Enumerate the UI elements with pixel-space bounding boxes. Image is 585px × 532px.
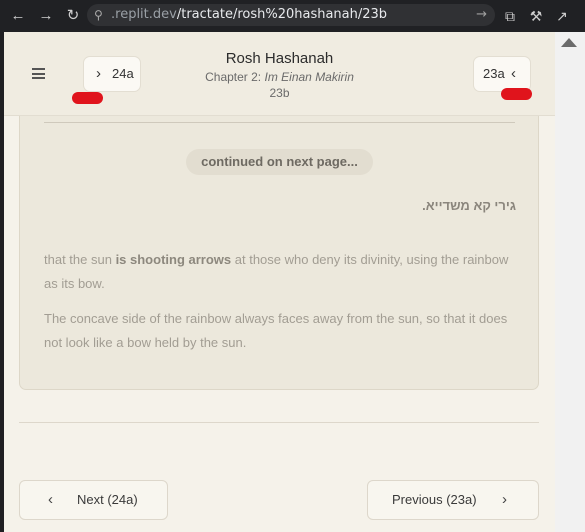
page-viewport: continued on next page... גירי קא משדייא… — [4, 32, 555, 532]
content-card: continued on next page... גירי קא משדייא… — [19, 82, 539, 390]
scroll-up-arrow-icon[interactable] — [561, 38, 577, 47]
chapter-name: Im Einan Makirin — [264, 70, 354, 84]
chapter-prefix: Chapter 2: — [205, 70, 262, 84]
chapter-subtitle: Chapter 2: Im Einan Makirin — [144, 70, 415, 84]
footer-previous-button[interactable]: Previous (23a) › — [367, 480, 539, 520]
chevron-right-icon: › — [96, 65, 101, 82]
footer-next-label: Next (24a) — [77, 492, 138, 507]
hebrew-text: גירי קא משדייא. — [422, 198, 516, 213]
url-path: /tractate/rosh%20hashanah/23b — [176, 7, 388, 22]
tractate-title: Rosh Hashanah — [225, 50, 334, 67]
page-number: 23b — [269, 86, 290, 100]
footer-divider — [19, 422, 539, 423]
red-annotation-mark — [501, 88, 532, 100]
translation-paragraph-2: The concave side of the rainbow always f… — [44, 311, 508, 350]
scrollbar[interactable] — [555, 32, 585, 532]
translation-paragraph-1: that the sun is shooting arrows at those… — [44, 248, 520, 296]
footer-previous-label: Previous (23a) — [392, 492, 477, 507]
link-icon: ⚲ — [94, 8, 103, 22]
wrench-icon[interactable]: ⚒ — [526, 6, 546, 26]
forward-arrow-icon[interactable]: → — [36, 6, 56, 26]
next-page-label: 24a — [112, 66, 134, 81]
previous-page-button[interactable]: 23a ‹ — [473, 56, 531, 92]
chevron-left-icon: ‹ — [48, 491, 53, 508]
hamburger-icon[interactable] — [32, 68, 45, 79]
red-annotation-mark — [72, 92, 103, 104]
para-text: that the sun — [44, 252, 116, 267]
previous-page-label: 23a — [483, 66, 505, 81]
para-bold-text: is shooting arrows — [115, 252, 232, 267]
external-link-icon[interactable]: ↗ — [552, 6, 572, 26]
continued-badge[interactable]: continued on next page... — [186, 149, 373, 175]
cast-icon[interactable]: ⧉ — [500, 6, 520, 26]
url-host: .replit.dev — [111, 7, 177, 22]
footer-next-button[interactable]: ‹ Next (24a) — [19, 480, 168, 520]
go-arrow-icon[interactable]: → — [476, 4, 487, 26]
page-header: › 24a Rosh Hashanah Chapter 2: Im Einan … — [4, 32, 555, 116]
next-page-button[interactable]: › 24a — [83, 56, 141, 92]
back-arrow-icon[interactable]: ← — [8, 6, 28, 26]
section-divider — [44, 122, 515, 123]
reload-icon[interactable]: ↻ — [63, 6, 83, 26]
chevron-right-icon: › — [502, 491, 507, 508]
address-bar[interactable]: ⚲ .replit.dev/tractate/rosh%20hashanah/2… — [87, 4, 495, 26]
chevron-left-icon: ‹ — [511, 65, 516, 82]
browser-toolbar: ← → ↻ ⚲ .replit.dev/tractate/rosh%20hash… — [0, 0, 585, 32]
